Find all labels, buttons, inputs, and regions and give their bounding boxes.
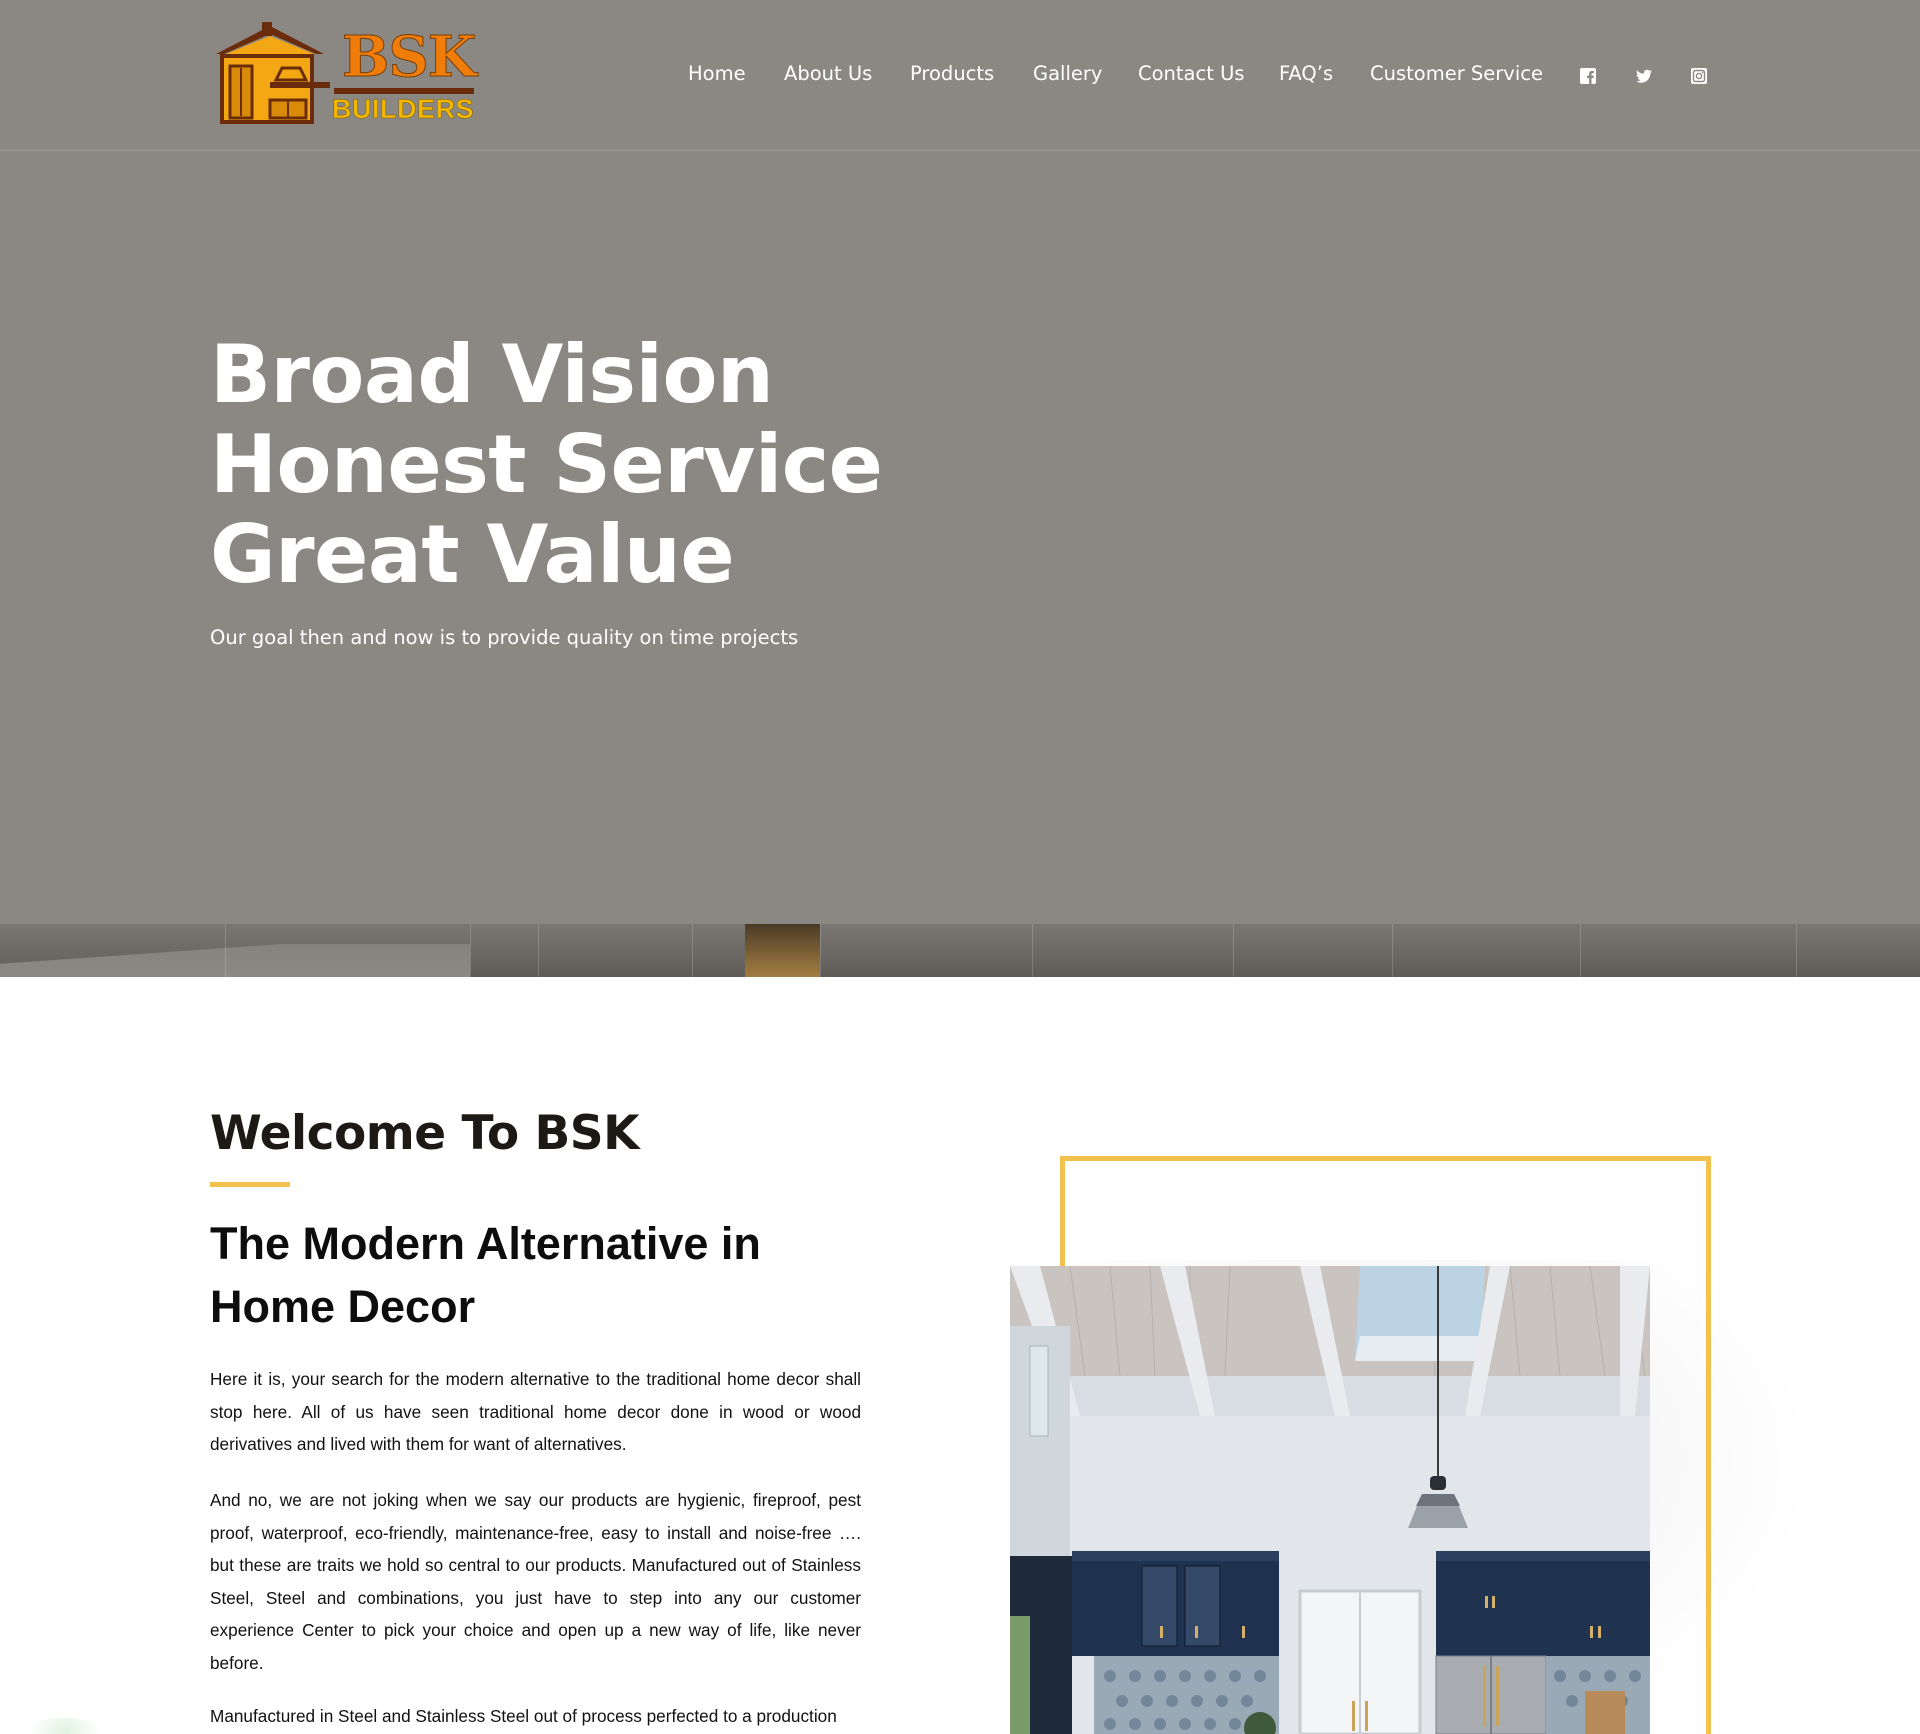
hero-subtitle: Our goal then and now is to provide qual… <box>210 626 799 649</box>
hero-background-image-strip <box>0 924 1920 977</box>
hero-title-line-2: Honest Service <box>210 418 883 511</box>
hero-title-line-3: Great Value <box>210 508 735 601</box>
facebook-icon[interactable] <box>1579 67 1597 85</box>
nav-item-products[interactable]: Products <box>910 62 994 85</box>
hero-section: BSK BUILDERS Home About Us Products Gall… <box>0 0 1920 977</box>
welcome-title: Welcome To BSK <box>210 1106 640 1161</box>
intro-paragraph: Here it is, your search for the modern a… <box>210 1369 861 1454</box>
nav-item-about-us[interactable]: About Us <box>784 62 872 85</box>
range-hood-shape <box>0 944 470 977</box>
site-header: BSK BUILDERS Home About Us Products Gall… <box>0 0 1920 151</box>
title-underline <box>210 1182 290 1187</box>
logo-tagline: BUILDERS <box>332 94 475 125</box>
nav-item-home[interactable]: Home <box>688 62 746 85</box>
instagram-icon[interactable] <box>1690 67 1708 85</box>
hero-title: Broad Vision Honest Service Great Value <box>210 330 1110 600</box>
manufacturing-paragraph: Manufactured in Steel and Stainless Stee… <box>210 1706 837 1726</box>
section-subheading: The Modern Alternative in Home Decor <box>210 1218 761 1332</box>
features-paragraph: And no, we are not joking when we say ou… <box>210 1490 861 1673</box>
nav-item-gallery[interactable]: Gallery <box>1033 62 1102 85</box>
nav-item-faqs[interactable]: FAQ’s <box>1279 62 1333 85</box>
brand-logo[interactable]: BSK BUILDERS <box>212 22 477 126</box>
twitter-icon[interactable] <box>1635 67 1653 85</box>
hero-title-line-1: Broad Vision <box>210 328 774 421</box>
logo-wordmark: BSK <box>341 24 476 91</box>
kitchen-image <box>1010 1266 1650 1734</box>
chat-widget-glow <box>20 1718 110 1734</box>
nav-item-customer-service[interactable]: Customer Service <box>1370 62 1543 85</box>
nav-item-contact-us[interactable]: Contact Us <box>1138 62 1245 85</box>
house-logo-icon <box>216 22 330 124</box>
cabinet-light-patch <box>745 924 820 977</box>
